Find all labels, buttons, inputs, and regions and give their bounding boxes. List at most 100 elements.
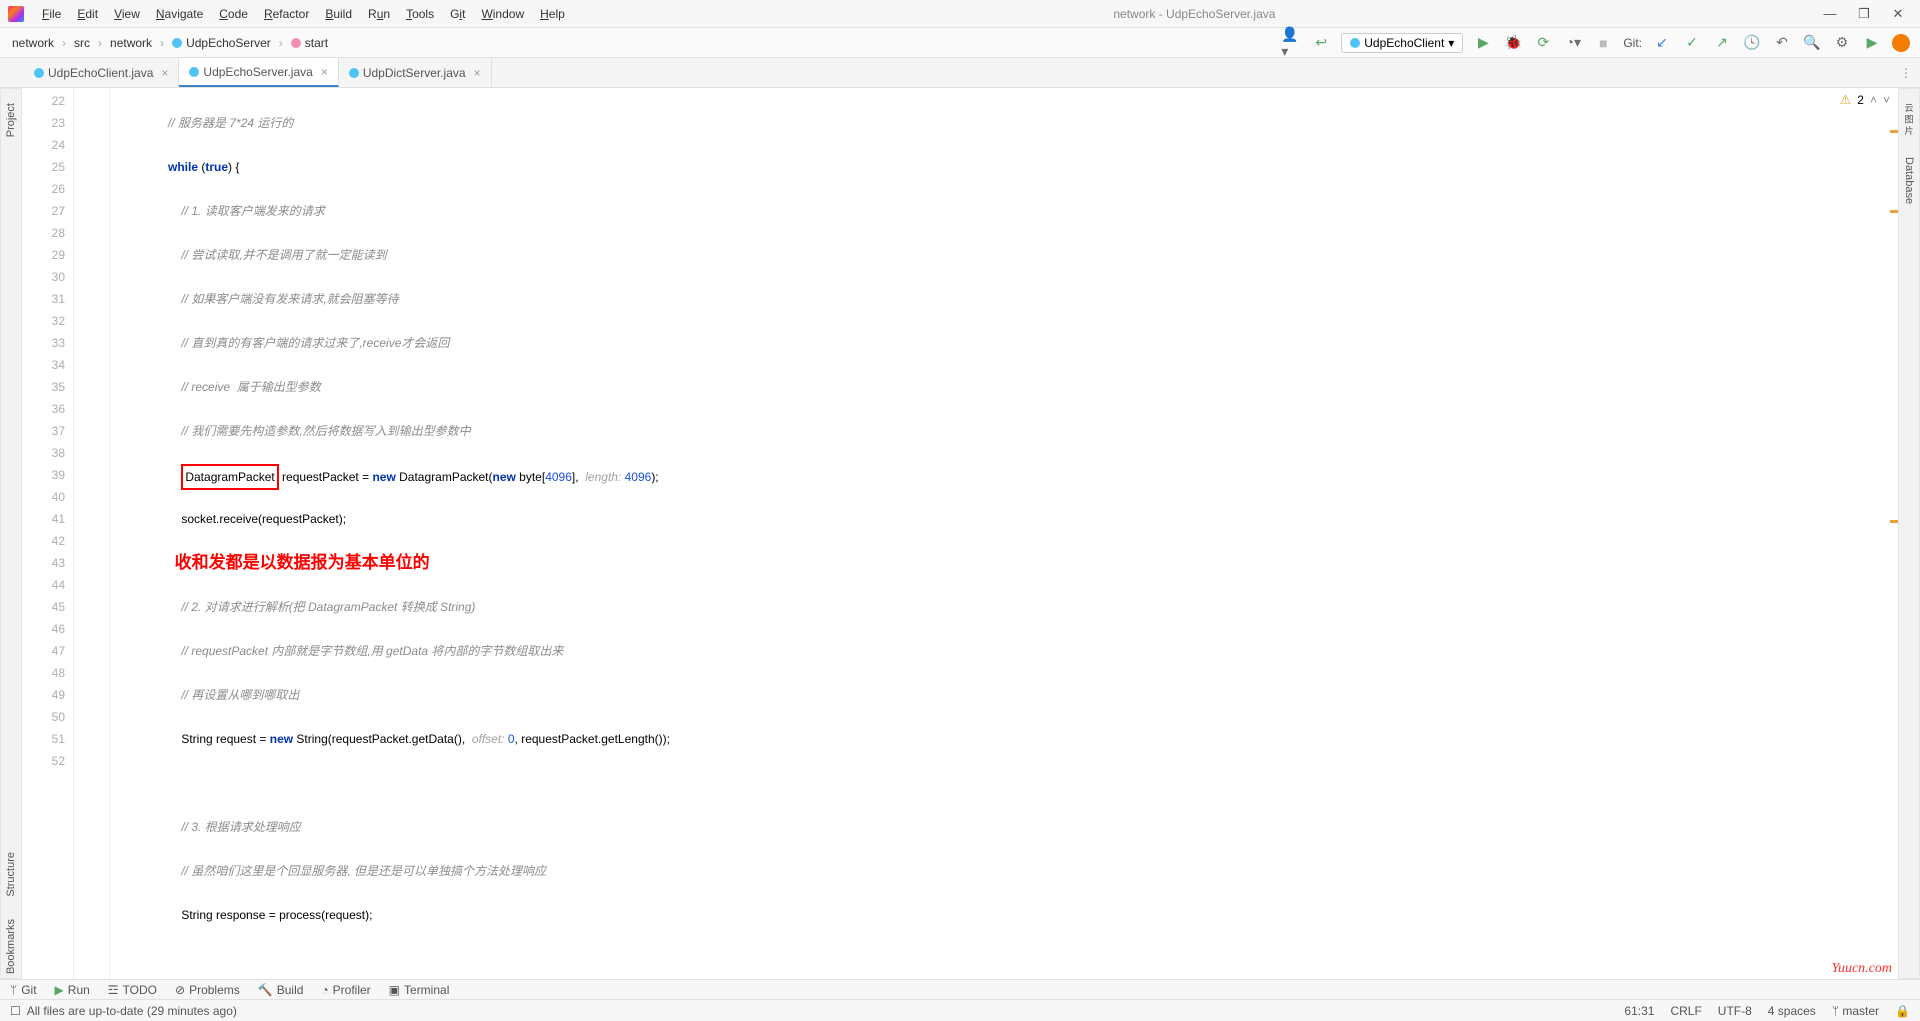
tool-git[interactable]: ᛘGit (10, 983, 37, 997)
chevron-up-icon[interactable]: ˄ (1870, 93, 1877, 107)
editor[interactable]: 2223242526272829303132333435363738394041… (22, 88, 1898, 979)
todo-icon: ☲ (108, 983, 119, 997)
git-commit-icon[interactable]: ✓ (1682, 33, 1702, 53)
editor-scroll-strip[interactable] (1888, 120, 1898, 971)
class-icon (172, 38, 182, 48)
tool-right-label[interactable]: 云 图 片 (1903, 99, 1916, 139)
tool-problems[interactable]: ⊘Problems (175, 983, 240, 997)
git-update-icon[interactable]: ↙ (1652, 33, 1672, 53)
chevron-right-icon: › (94, 36, 106, 50)
vcs-back-icon[interactable]: ↩ (1311, 33, 1331, 53)
code-area[interactable]: // 服务器是 7*24 运行的 while (true) { // 1. 读取… (110, 88, 1898, 979)
menu-view[interactable]: View (106, 7, 148, 21)
close-button[interactable]: ✕ (1884, 4, 1912, 24)
git-rollback-icon[interactable]: ↶ (1772, 33, 1792, 53)
chevron-right-icon: › (156, 36, 168, 50)
right-tool-strip: 云 图 片 Database (1898, 88, 1920, 979)
line-separator[interactable]: CRLF (1670, 1004, 1701, 1018)
menu-code[interactable]: Code (211, 7, 256, 21)
crumb-src[interactable]: src (72, 36, 92, 50)
close-icon[interactable]: × (321, 65, 328, 79)
menu-run[interactable]: Run (360, 7, 398, 21)
tool-profiler[interactable]: ◔Profiler (321, 983, 370, 997)
left-tool-strip: Project Structure Bookmarks (0, 88, 22, 979)
tool-run[interactable]: ▶Run (55, 983, 90, 997)
run-button[interactable]: ▶ (1473, 33, 1493, 53)
bottom-tool-bar: ᛘGit ▶Run ☲TODO ⊘Problems 🔨Build ◔Profil… (0, 979, 1920, 999)
status-icon[interactable]: ☐ (10, 1004, 21, 1018)
menu-help[interactable]: Help (532, 7, 573, 21)
navigation-bar: network › src › network › UdpEchoServer … (0, 28, 1920, 58)
coverage-button[interactable]: ⟳ (1533, 33, 1553, 53)
terminal-icon: ▣ (389, 983, 400, 997)
git-branch[interactable]: ᛘ master (1832, 1004, 1879, 1018)
menu-git[interactable]: Git (442, 7, 473, 21)
class-icon (34, 68, 44, 78)
tool-terminal[interactable]: ▣Terminal (389, 983, 450, 997)
profile-button[interactable]: ◔▾ (1563, 33, 1583, 53)
line-gutter: 2223242526272829303132333435363738394041… (22, 88, 74, 979)
close-icon[interactable]: × (161, 66, 168, 80)
run-anything-icon[interactable]: ▶ (1862, 33, 1882, 53)
minimize-button[interactable]: — (1816, 4, 1844, 24)
status-bar: ☐ All files are up-to-date (29 minutes a… (0, 999, 1920, 1021)
tool-project[interactable]: Project (5, 99, 17, 141)
tab-udpdictserver[interactable]: UdpDictServer.java× (339, 58, 492, 87)
profiler-icon: ◔ (321, 983, 328, 997)
window-title: network - UdpEchoServer.java (573, 7, 1816, 21)
user-icon[interactable]: 👤▾ (1281, 33, 1301, 53)
menu-bar: File Edit View Navigate Code Refactor Bu… (0, 0, 1920, 28)
settings-icon[interactable]: ⚙ (1832, 33, 1852, 53)
crumb-class[interactable]: UdpEchoServer (170, 36, 273, 50)
tool-build[interactable]: 🔨Build (258, 983, 304, 997)
chevron-right-icon: › (275, 36, 287, 50)
tab-udpechoclient[interactable]: UdpEchoClient.java× (24, 58, 179, 87)
menu-window[interactable]: Window (473, 7, 532, 21)
menu-refactor[interactable]: Refactor (256, 7, 317, 21)
crumb-method[interactable]: start (289, 36, 330, 50)
chevron-down-icon[interactable]: ˅ (1883, 93, 1890, 107)
tab-udpechoserver[interactable]: UdpEchoServer.java× (179, 58, 338, 87)
warning-count: 2 (1857, 93, 1864, 107)
class-icon (189, 67, 199, 77)
debug-button[interactable]: 🐞 (1503, 33, 1523, 53)
indent-setting[interactable]: 4 spaces (1768, 1004, 1816, 1018)
tool-bookmarks[interactable]: Bookmarks (5, 915, 17, 978)
search-icon[interactable]: 🔍 (1802, 33, 1822, 53)
menu-edit[interactable]: Edit (69, 7, 106, 21)
close-icon[interactable]: × (474, 66, 481, 80)
git-push-icon[interactable]: ↗ (1712, 33, 1732, 53)
chevron-right-icon: › (58, 36, 70, 50)
stop-button[interactable]: ■ (1593, 33, 1613, 53)
tool-database[interactable]: Database (1903, 153, 1915, 208)
class-icon (1350, 38, 1360, 48)
branch-icon: ᛘ (10, 983, 17, 997)
class-icon (349, 68, 359, 78)
menu-file[interactable]: File (34, 7, 69, 21)
git-label: Git: (1623, 36, 1642, 50)
maximize-button[interactable]: ❐ (1850, 4, 1878, 24)
lock-icon[interactable]: 🔒 (1895, 1004, 1910, 1018)
avatar-icon[interactable] (1892, 34, 1910, 52)
tabs-more-icon[interactable]: ⋮ (1892, 66, 1920, 80)
annotation-text: 收和发都是以数据报为基本单位的 (175, 553, 430, 572)
editor-tabs: UdpEchoClient.java× UdpEchoServer.java× … (0, 58, 1920, 88)
file-encoding[interactable]: UTF-8 (1718, 1004, 1752, 1018)
run-config-selector[interactable]: UdpEchoClient ▾ (1341, 33, 1463, 53)
crumb-project[interactable]: network (10, 36, 56, 50)
inspections-widget[interactable]: ⚠ 2 ˄ ˅ (1840, 92, 1890, 108)
crumb-package[interactable]: network (108, 36, 154, 50)
method-icon (291, 38, 301, 48)
git-history-icon[interactable]: 🕓 (1742, 33, 1762, 53)
watermark: Yuucn.com (1831, 961, 1892, 977)
tool-structure[interactable]: Structure (5, 848, 17, 901)
menu-build[interactable]: Build (317, 7, 360, 21)
menu-navigate[interactable]: Navigate (148, 7, 211, 21)
play-icon: ▶ (55, 983, 64, 997)
highlight-box: DatagramPacket (181, 464, 278, 490)
tool-todo[interactable]: ☲TODO (108, 983, 157, 997)
app-icon (8, 6, 24, 22)
caret-position[interactable]: 61:31 (1624, 1004, 1654, 1018)
hammer-icon: 🔨 (258, 983, 273, 997)
menu-tools[interactable]: Tools (398, 7, 442, 21)
